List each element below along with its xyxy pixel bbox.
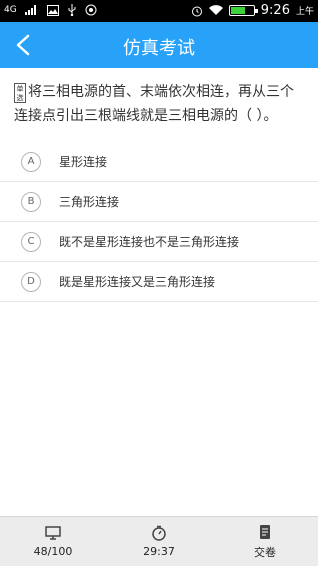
option-text: 星形连接: [59, 155, 108, 169]
signal-icon: [24, 5, 36, 15]
options-list: A 星形连接 B 三角形连接 C 既不是星形连接也不是三角形连接 D 既是星形连…: [0, 142, 318, 302]
option-text: 既是星形连接又是三角形连接: [59, 275, 216, 289]
timer-label: 29:37: [143, 545, 175, 558]
document-icon: [260, 524, 270, 539]
submit-button[interactable]: 交卷: [212, 517, 318, 566]
option-letter: D: [21, 271, 41, 292]
question-text: 将三相电源的首、末端依次相连，再从三个连接点引出三根端线就是三相电源的（ ）。: [14, 84, 294, 124]
app-bar: 仿真考试: [0, 22, 318, 68]
clock-ampm: 上午: [295, 7, 314, 17]
progress-label: 48/100: [33, 545, 73, 558]
image-icon: [46, 4, 59, 16]
question-block: 单选 将三相电源的首、末端依次相连，再从三个连接点引出三根端线就是三相电源的（ ）…: [14, 80, 306, 128]
network-indicator: 4G: [4, 5, 17, 15]
option-a[interactable]: A 星形连接: [0, 142, 318, 182]
option-b[interactable]: B 三角形连接: [0, 182, 318, 222]
usb-icon: [68, 4, 76, 16]
submit-label: 交卷: [254, 545, 276, 559]
timer: 29:37: [106, 517, 212, 566]
option-text: 三角形连接: [59, 195, 120, 209]
status-bar: 4G 9:26 上午: [0, 0, 318, 22]
option-text: 既不是星形连接也不是三角形连接: [59, 235, 240, 249]
battery-icon: [228, 5, 258, 16]
question-type-badge: 单选: [14, 83, 26, 103]
page-title: 仿真考试: [123, 38, 195, 59]
progress-button[interactable]: 48/100: [0, 517, 106, 566]
option-d[interactable]: D 既是星形连接又是三角形连接: [0, 262, 318, 302]
option-c[interactable]: C 既不是星形连接也不是三角形连接: [0, 222, 318, 262]
sync-icon: [85, 4, 97, 16]
clock-time: 9:26: [260, 3, 290, 18]
wifi-icon: [208, 5, 223, 16]
bottom-bar: 48/100 29:37 交卷: [0, 516, 318, 566]
option-letter: A: [21, 151, 41, 172]
option-letter: C: [21, 231, 41, 252]
option-letter: B: [21, 191, 41, 212]
monitor-icon: [45, 526, 61, 540]
alarm-icon: [191, 6, 202, 16]
stopwatch-icon: [152, 525, 166, 541]
